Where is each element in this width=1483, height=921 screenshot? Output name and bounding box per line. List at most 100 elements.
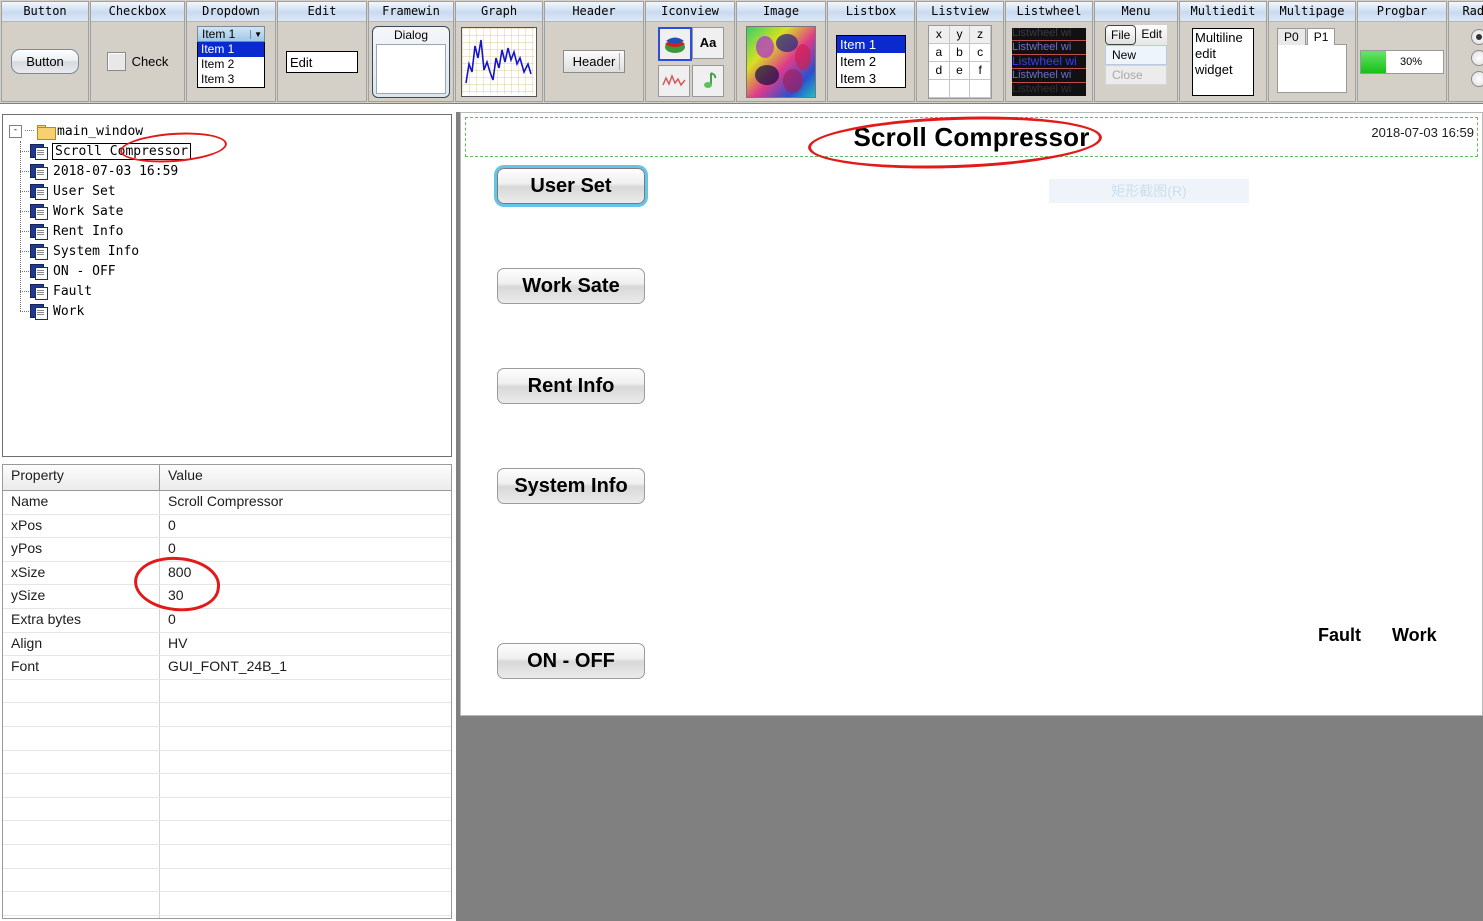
design-canvas[interactable]: Scroll Compressor 2018-07-03 16:59 矩形截图(… <box>460 111 1483 716</box>
property-grid[interactable]: Property Value Name Scroll Compressor xPos… <box>2 464 452 919</box>
property-row[interactable]: Align HV <box>3 632 451 657</box>
sample-listbox[interactable]: Item 1 Item 2 Item 3 <box>836 35 906 88</box>
listbox-item[interactable]: Item 2 <box>837 53 905 70</box>
tree-item[interactable]: 2018-07-03 16:59 <box>20 161 451 181</box>
books-icon[interactable] <box>658 26 692 61</box>
sample-graph[interactable] <box>461 26 537 97</box>
dropdown-header[interactable]: Item 1 ▼ <box>197 26 265 42</box>
property-row-empty[interactable] <box>3 679 451 704</box>
canvas-button-rent-info[interactable]: Rent Info <box>497 368 645 404</box>
property-row-empty[interactable] <box>3 868 451 893</box>
property-row[interactable]: Extra bytes 0 <box>3 608 451 633</box>
listview-row[interactable] <box>929 79 992 98</box>
property-value[interactable] <box>160 892 451 915</box>
canvas-button-system-info[interactable]: System Info <box>497 468 645 504</box>
dropdown-option[interactable]: Item 3 <box>198 72 264 87</box>
menu-bar-item-edit[interactable]: Edit <box>1136 25 1167 45</box>
canvas-button-on-off[interactable]: ON - OFF <box>497 643 645 679</box>
sample-dropdown[interactable]: Item 1 ▼ Item 1 Item 2 Item 3 <box>197 26 265 88</box>
chart-icon[interactable] <box>658 64 690 97</box>
property-value[interactable] <box>160 869 451 892</box>
widget-tree[interactable]: - main_window Scroll Compressor 2018-07-0… <box>3 115 451 321</box>
menu-bar-item-file[interactable]: File <box>1104 25 1137 45</box>
menu-bar[interactable]: File Edit <box>1104 25 1168 45</box>
property-row-empty[interactable] <box>3 797 451 822</box>
palette-group-multipage[interactable]: Multipage P0 P1 <box>1268 1 1356 102</box>
listbox-item[interactable]: Item 3 <box>837 70 905 87</box>
property-row-empty[interactable] <box>3 774 451 798</box>
property-value[interactable] <box>160 680 451 703</box>
menu-item-new[interactable]: New <box>1104 45 1168 65</box>
property-row[interactable]: ySize 30 <box>3 585 451 609</box>
palette-group-image[interactable]: Image <box>736 1 826 102</box>
property-row[interactable]: xSize 800 <box>3 561 451 586</box>
property-value[interactable]: 0 <box>160 609 451 632</box>
chevron-down-icon[interactable]: ▼ <box>250 29 262 39</box>
canvas-button-work-sate[interactable]: Work Sate <box>497 268 645 304</box>
tree-item[interactable]: Fault <box>20 281 451 301</box>
property-value[interactable] <box>160 751 451 774</box>
property-value[interactable] <box>160 821 451 844</box>
palette-group-multiedit[interactable]: Multiedit Multiline edit widget <box>1179 1 1267 102</box>
palette-group-listview[interactable]: Listview x y z a b c d e f <box>916 1 1004 102</box>
property-value[interactable] <box>160 845 451 868</box>
property-value[interactable]: Scroll Compressor <box>160 491 451 514</box>
property-value[interactable]: 0 <box>160 515 451 538</box>
radio-dot-icon[interactable] <box>1470 71 1483 87</box>
palette-group-edit[interactable]: Edit Edit <box>277 1 367 102</box>
property-value[interactable] <box>160 798 451 821</box>
palette-group-button[interactable]: Button Button <box>1 1 89 102</box>
tree-item[interactable]: System Info <box>20 241 451 261</box>
sample-progress-bar[interactable]: 30% <box>1360 49 1444 74</box>
text-Aa-icon[interactable]: Aa <box>692 26 724 59</box>
listwheel-item[interactable]: Listwheel wi <box>1012 83 1086 96</box>
property-value[interactable]: HV <box>160 633 451 656</box>
property-row-empty[interactable] <box>3 844 451 869</box>
sample-radio-group[interactable]: It It It <box>1470 24 1483 92</box>
property-value[interactable]: 30 <box>160 585 451 608</box>
property-value[interactable] <box>160 727 451 750</box>
sample-image-thumbnail[interactable] <box>746 25 816 98</box>
dropdown-list[interactable]: Item 1 Item 2 Item 3 <box>197 42 265 88</box>
listview-row[interactable]: d e f <box>929 61 992 80</box>
tab-p0[interactable]: P0 <box>1277 27 1306 45</box>
radio-dot-icon[interactable] <box>1470 29 1483 45</box>
sample-listview[interactable]: x y z a b c d e f <box>928 24 992 99</box>
tab-p1[interactable]: P1 <box>1306 27 1336 45</box>
radio-option[interactable]: It <box>1470 29 1483 45</box>
palette-group-checkbox[interactable]: Checkbox Check <box>90 1 185 102</box>
property-row[interactable]: xPos 0 <box>3 514 451 539</box>
checkbox-box-icon[interactable] <box>106 52 126 71</box>
property-row-empty[interactable] <box>3 750 451 775</box>
palette-group-listwheel[interactable]: Listwheel Listwheel wi Listwheel wi List… <box>1005 1 1093 102</box>
listwheel-item[interactable]: Listwheel wi <box>1012 40 1086 55</box>
property-row-empty[interactable] <box>3 892 451 916</box>
tree-item[interactable]: User Set <box>20 181 451 201</box>
tree-item[interactable]: ON - OFF <box>20 261 451 281</box>
palette-group-iconview[interactable]: Iconview Aa <box>645 1 735 102</box>
property-value[interactable]: 800 <box>160 562 451 585</box>
tree-item[interactable]: Work Sate <box>20 201 451 221</box>
tree-collapse-toggle-icon[interactable]: - <box>9 124 22 138</box>
dropdown-option[interactable]: Item 1 <box>198 42 264 57</box>
palette-group-header[interactable]: Header Header <box>544 1 644 102</box>
property-row[interactable]: yPos 0 <box>3 538 451 562</box>
listbox-item[interactable]: Item 1 <box>837 36 905 53</box>
property-row-empty[interactable] <box>3 821 451 845</box>
radio-option[interactable]: It <box>1470 71 1483 87</box>
listwheel-item[interactable]: Listwheel wi <box>1012 28 1086 41</box>
property-row[interactable]: Font GUI_FONT_24B_1 <box>3 656 451 680</box>
tree-root-node[interactable]: - main_window <box>9 121 451 141</box>
palette-group-framewin[interactable]: Framewin Dialog <box>368 1 454 102</box>
property-grid-body[interactable]: Name Scroll Compressor xPos 0 yPos 0 xSize 800 y… <box>3 491 451 918</box>
palette-group-graph[interactable]: Graph <box>455 1 543 102</box>
palette-group-listbox[interactable]: Listbox Item 1 Item 2 Item 3 <box>827 1 915 102</box>
palette-group-menu[interactable]: Menu File Edit New Close <box>1094 1 1178 102</box>
tree-children[interactable]: Scroll Compressor 2018-07-03 16:59 User Se… <box>20 141 451 321</box>
dropdown-option[interactable]: Item 2 <box>198 57 264 72</box>
sample-multiedit[interactable]: Multiline edit widget <box>1192 27 1254 96</box>
sample-edit-field[interactable]: Edit <box>286 50 358 73</box>
widget-tree-panel[interactable]: - main_window Scroll Compressor 2018-07-0… <box>2 114 452 457</box>
tree-item[interactable]: Rent Info <box>20 221 451 241</box>
sample-checkbox-row[interactable]: Check <box>106 52 168 71</box>
